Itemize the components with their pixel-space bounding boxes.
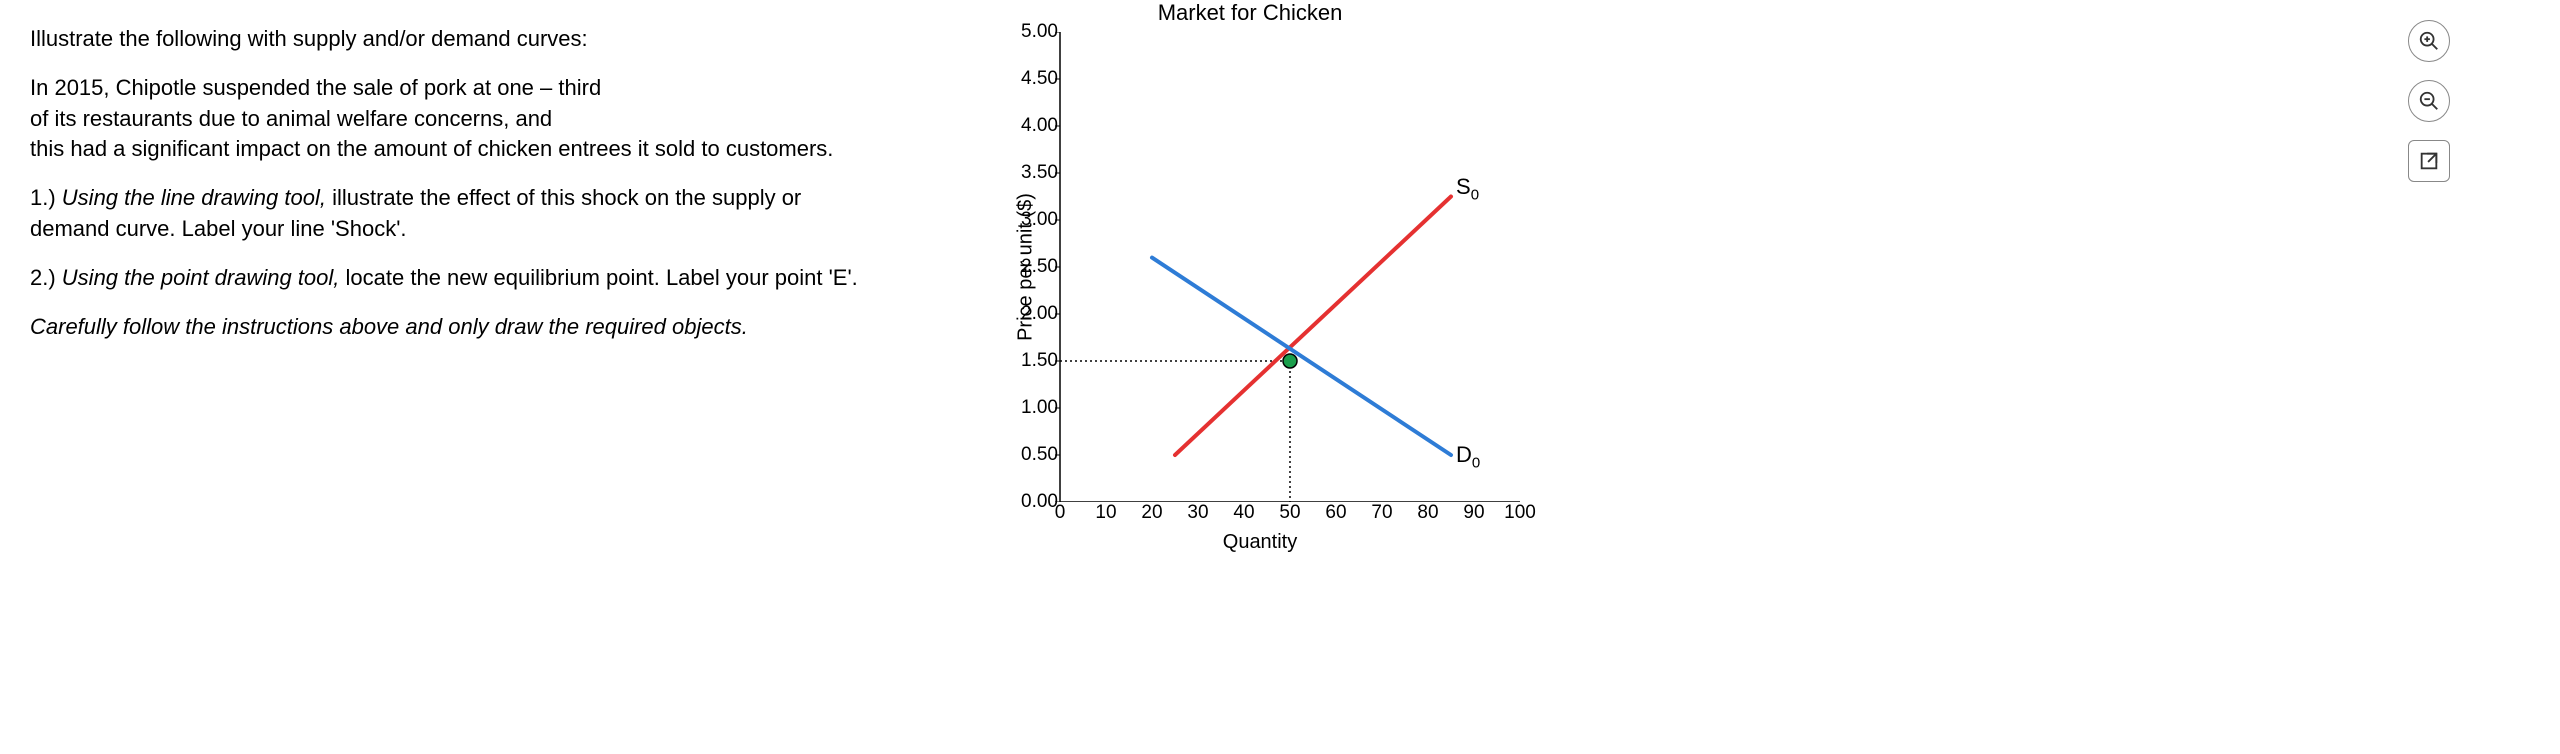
zoom-out-icon <box>2418 90 2440 112</box>
x-axis-ticks: 0 10 20 30 40 50 60 70 80 90 100 <box>1060 502 1520 526</box>
zoom-in-icon <box>2418 30 2440 52</box>
demand-label: D0 <box>1456 442 1480 471</box>
zoom-out-button[interactable] <box>2408 80 2450 122</box>
zoom-in-button[interactable] <box>2408 20 2450 62</box>
supply-curve[interactable] <box>1175 197 1451 456</box>
caution-text: Carefully follow the instructions above … <box>30 312 880 343</box>
plot-area[interactable]: Price per unit ($) 5.00 4.50 4.00 3.50 3… <box>1000 32 1520 502</box>
scenario-text: In 2015, Chipotle suspended the sale of … <box>30 73 880 165</box>
step2-text: 2.) Using the point drawing tool, locate… <box>30 263 880 294</box>
step1-text: 1.) Using the line drawing tool, illustr… <box>30 183 880 245</box>
expand-icon <box>2418 150 2440 172</box>
chart-panel: Market for Chicken Price per unit ($) 5.… <box>900 0 2560 754</box>
supply-label: S0 <box>1456 174 1479 203</box>
x-axis-label: Quantity <box>1223 531 1297 554</box>
demand-curve[interactable] <box>1152 258 1451 455</box>
intro-text: Illustrate the following with supply and… <box>30 24 880 55</box>
question-panel: Illustrate the following with supply and… <box>0 0 900 754</box>
chart-svg[interactable] <box>1000 32 1520 502</box>
expand-button[interactable] <box>2408 140 2450 182</box>
equilibrium-point[interactable] <box>1283 354 1297 368</box>
chart-toolbar <box>2408 20 2450 182</box>
